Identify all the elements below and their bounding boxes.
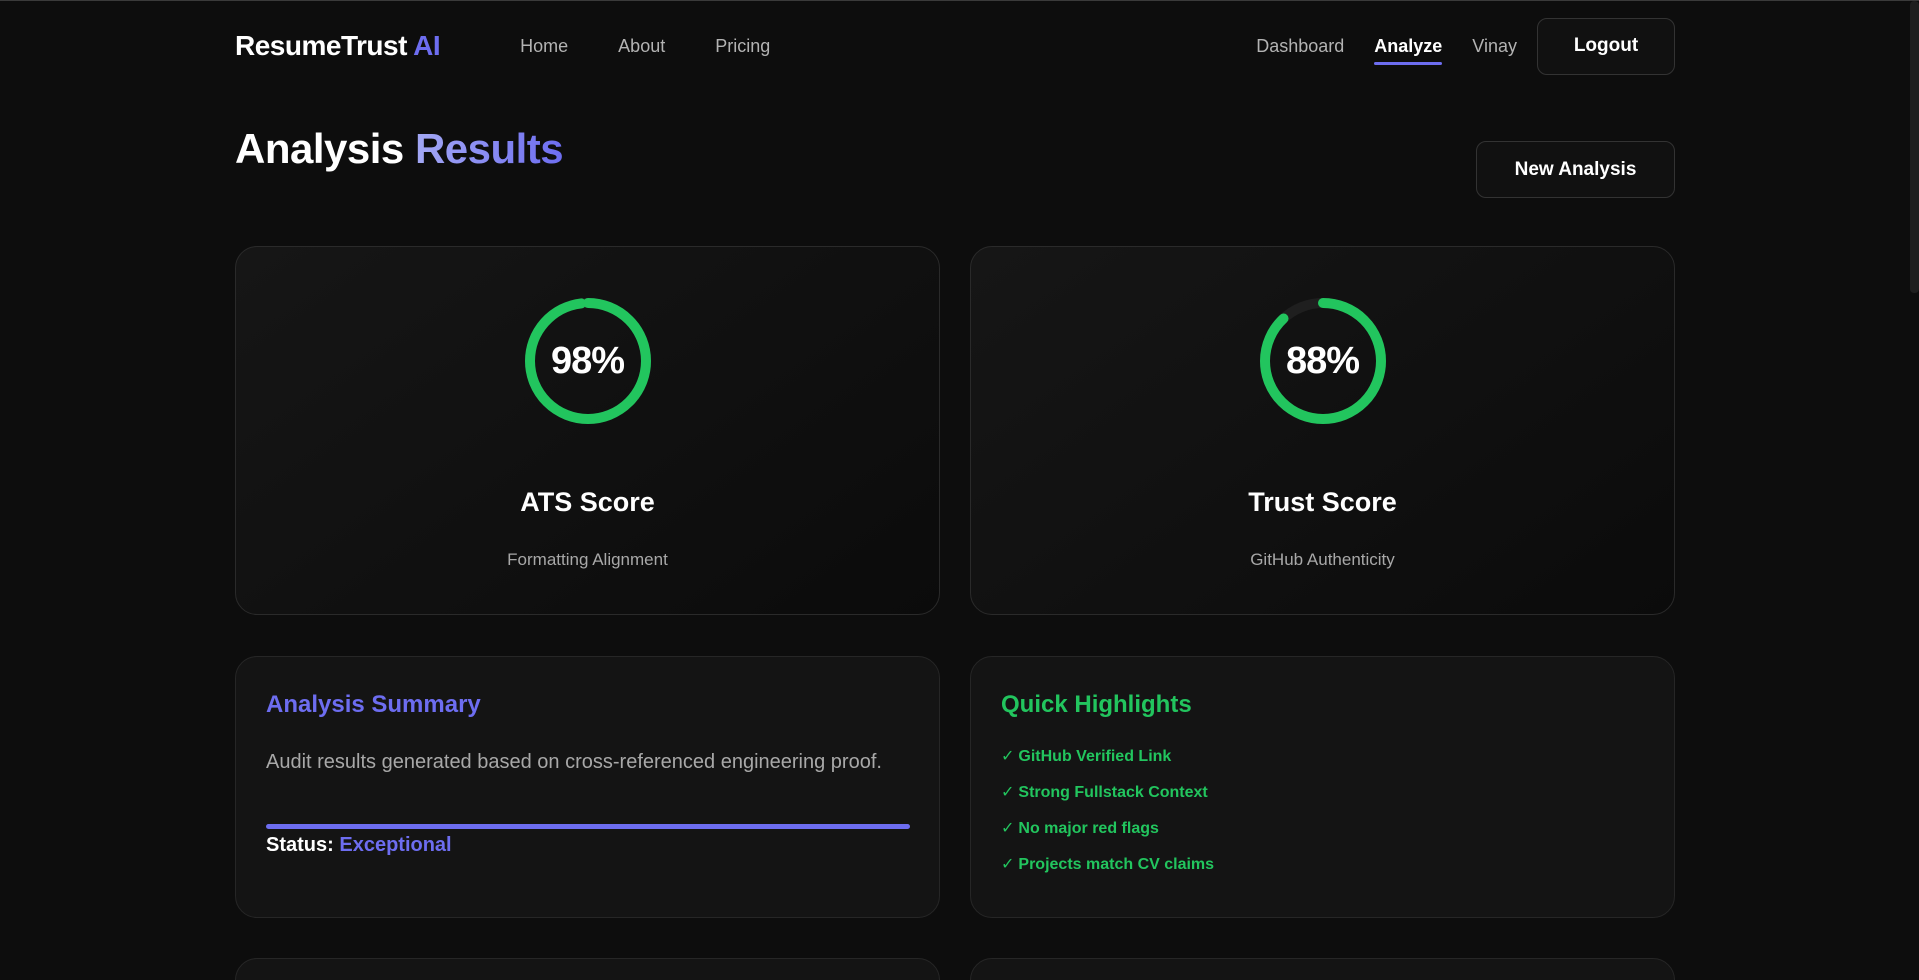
status-line: Status: Exceptional xyxy=(266,834,452,857)
new-analysis-button[interactable]: New Analysis xyxy=(1476,141,1675,198)
next-card-right xyxy=(970,958,1675,980)
ats-score-subtitle: Formatting Alignment xyxy=(507,550,668,569)
nav-link-pricing[interactable]: Pricing xyxy=(715,36,770,57)
nav-link-dashboard[interactable]: Dashboard xyxy=(1256,36,1344,57)
highlights-title: Quick Highlights xyxy=(1001,691,1192,718)
highlights-list: ✓ GitHub Verified Link ✓ Strong Fullstack … xyxy=(1001,746,1214,890)
nav-link-about[interactable]: About xyxy=(618,36,665,57)
list-item: ✓ No major red flags xyxy=(1001,818,1214,854)
top-nav: ResumeTrust AI Home About Pricing Dashbo… xyxy=(235,17,1675,75)
page-title-part1: Analysis xyxy=(235,125,404,172)
page-scrollbar[interactable] xyxy=(1910,1,1919,293)
summary-text: Audit results generated based on cross-r… xyxy=(266,751,882,773)
highlight-text: Strong Fullstack Context xyxy=(1018,784,1208,801)
check-icon: ✓ xyxy=(1001,820,1015,837)
summary-title: Analysis Summary xyxy=(266,691,481,718)
logo-text: ResumeTrust xyxy=(235,30,407,61)
ats-score-label: ATS Score xyxy=(520,487,655,517)
status-label: Status: xyxy=(266,834,334,856)
status-value: Exceptional xyxy=(339,834,452,856)
trust-score-label: Trust Score xyxy=(1248,487,1397,517)
logout-button[interactable]: Logout xyxy=(1537,17,1675,75)
nav-link-analyze[interactable]: Analyze xyxy=(1374,36,1443,65)
check-icon: ✓ xyxy=(1001,856,1015,873)
nav-link-home[interactable]: Home xyxy=(520,36,568,57)
nav-right: Dashboard Analyze Vinay Logout xyxy=(1256,17,1675,75)
ats-score-card: 98% ATS Score Formatting Alignment xyxy=(235,246,940,615)
logo-accent: AI xyxy=(413,30,441,61)
analysis-summary-card: Analysis Summary Audit results generated… xyxy=(235,656,940,918)
check-icon: ✓ xyxy=(1001,784,1015,801)
list-item: ✓ Projects match CV claims xyxy=(1001,854,1214,890)
trust-score-subtitle: GitHub Authenticity xyxy=(1250,550,1395,569)
next-card-left xyxy=(235,958,940,980)
ats-score-ring: 98% xyxy=(524,297,652,425)
page-title-part2: Results xyxy=(414,125,564,172)
trust-score-card: 88% Trust Score GitHub Authenticity xyxy=(970,246,1675,615)
trust-score-value: 88% xyxy=(1285,339,1360,382)
trust-score-ring: 88% xyxy=(1259,297,1387,425)
page-title: Analysis Results xyxy=(235,125,564,173)
nav-link-user[interactable]: Vinay xyxy=(1472,36,1517,57)
highlight-text: No major red flags xyxy=(1018,820,1159,837)
summary-progress-bar xyxy=(266,824,910,829)
highlight-text: Projects match CV claims xyxy=(1018,856,1215,873)
nav-links: Home About Pricing xyxy=(520,36,770,57)
logo[interactable]: ResumeTrust AI xyxy=(235,30,441,62)
ats-score-value: 98% xyxy=(550,339,625,382)
quick-highlights-card: Quick Highlights ✓ GitHub Verified Link ✓… xyxy=(970,656,1675,918)
list-item: ✓ Strong Fullstack Context xyxy=(1001,782,1214,818)
highlight-text: GitHub Verified Link xyxy=(1018,748,1172,765)
list-item: ✓ GitHub Verified Link xyxy=(1001,746,1214,782)
check-icon: ✓ xyxy=(1001,748,1015,765)
